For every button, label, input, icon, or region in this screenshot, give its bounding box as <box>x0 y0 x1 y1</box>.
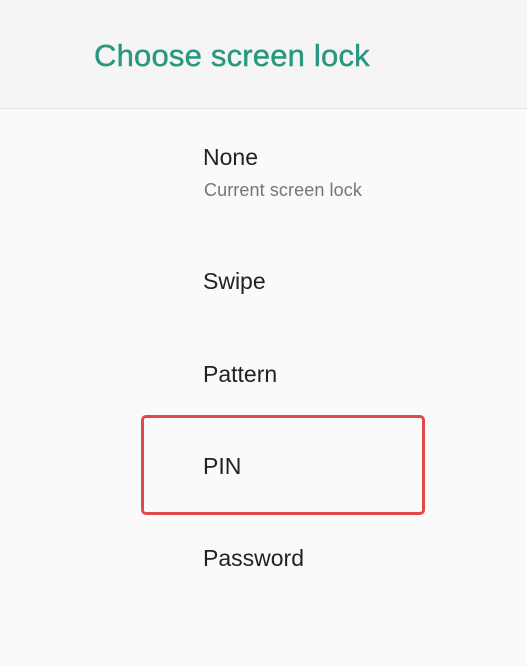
option-password[interactable]: Password <box>0 512 527 602</box>
option-password-title: Password <box>203 545 304 571</box>
option-swipe[interactable]: Swipe <box>0 235 527 325</box>
app-bar: Choose screen lock <box>0 0 527 109</box>
option-none-title: None <box>203 144 258 170</box>
option-swipe-title: Swipe <box>203 268 266 294</box>
option-none[interactable]: None Current screen lock <box>0 123 527 209</box>
option-pin-title: PIN <box>203 453 242 479</box>
option-none-summary: Current screen lock <box>204 180 362 200</box>
option-pattern[interactable]: Pattern <box>0 328 527 418</box>
screen-lock-options-list: None Current screen lock Swipe Pattern P… <box>0 109 527 666</box>
page-title: Choose screen lock <box>94 38 370 73</box>
option-pin[interactable]: PIN <box>0 420 527 510</box>
option-pattern-title: Pattern <box>203 361 278 387</box>
